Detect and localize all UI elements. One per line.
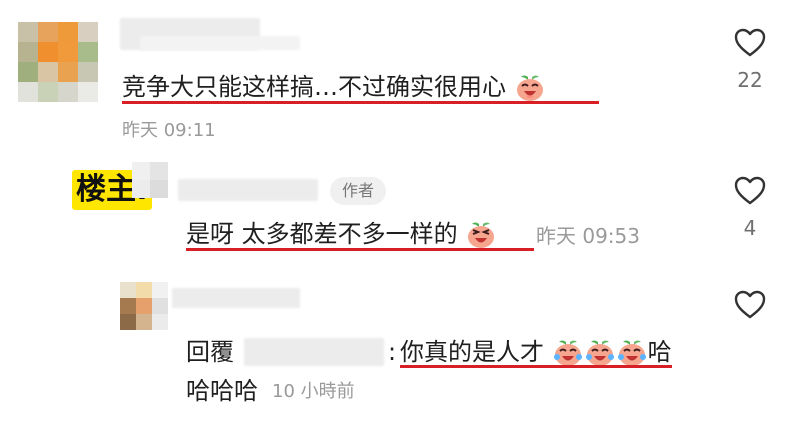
- username-redacted[interactable]: [178, 179, 318, 201]
- underline: [400, 365, 672, 368]
- username-redacted-tail: [140, 36, 300, 50]
- heart-outline-icon[interactable]: [733, 175, 767, 207]
- heart-outline-icon[interactable]: [733, 289, 767, 321]
- laughing-peach-emoji: [516, 75, 543, 101]
- avatar[interactable]: [132, 162, 168, 198]
- reply-prefix: 回覆: [186, 338, 234, 366]
- avatar[interactable]: [18, 22, 98, 102]
- comment-text: 竞争大只能这样搞…不过确实很用心: [122, 72, 546, 104]
- heart-outline-icon[interactable]: [733, 27, 767, 59]
- username-redacted[interactable]: [172, 288, 300, 308]
- comment-text: 是呀 太多都差不多一样的: [186, 219, 497, 251]
- like-count: 22: [737, 68, 763, 92]
- laughing-peach-emoji: [468, 222, 495, 248]
- timestamp: 10 小時前: [272, 381, 355, 402]
- like-count: 4: [743, 216, 757, 240]
- author-badge: 作者: [330, 177, 387, 205]
- comment-text-line2: 哈哈哈: [186, 377, 258, 405]
- timestamp: 昨天 09:53: [536, 224, 640, 248]
- underline: [122, 101, 599, 104]
- underline: [186, 248, 534, 251]
- replied-user-redacted[interactable]: [244, 338, 384, 366]
- reply-colon: :: [388, 338, 397, 366]
- avatar[interactable]: [120, 282, 168, 330]
- timestamp: 昨天 09:11: [122, 120, 216, 141]
